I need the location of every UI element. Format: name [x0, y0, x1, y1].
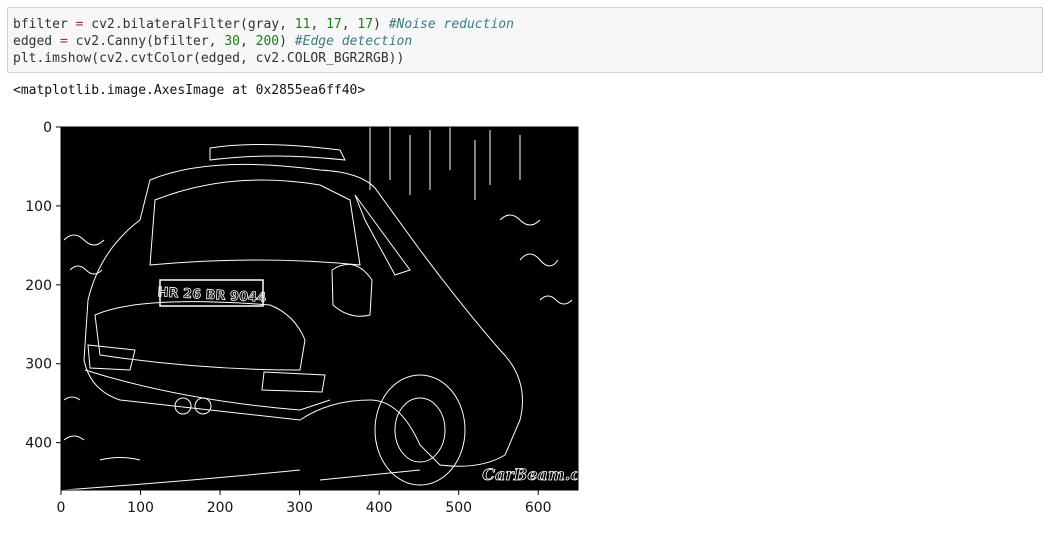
code-token: cv2.bilateralFilter(gray, — [83, 17, 295, 32]
x-tick-label: 500 — [445, 500, 472, 516]
code-cell[interactable]: bfilter = cv2.bilateralFilter(gray, 11, … — [7, 7, 1043, 73]
code-token: bfilter — [13, 17, 76, 32]
x-tick-label: 100 — [127, 500, 154, 516]
y-tick-label: 400 — [25, 436, 52, 452]
code-token: ) — [279, 34, 295, 49]
matplotlib-figure: HR 26 BR 9044 CarBeam.com 0 100 200 300 400 5… — [0, 100, 620, 530]
figure-svg: HR 26 BR 9044 CarBeam.com 0 100 200 300 400 5… — [25, 120, 608, 516]
code-token: edged — [13, 34, 60, 49]
code-number: 11 — [294, 17, 311, 32]
code-operator: = — [59, 34, 68, 49]
code-editor[interactable]: bfilter = cv2.bilateralFilter(gray, 11, … — [13, 16, 514, 67]
code-number: 30 — [224, 34, 240, 49]
code-number: 17 — [357, 17, 374, 32]
code-token: , — [240, 34, 256, 49]
y-axis: 0 100 200 300 400 — [25, 120, 61, 452]
edge-image: HR 26 BR 9044 CarBeam.com — [61, 127, 608, 491]
code-line-2: edged = cv2.Canny(bfilter, 30, 200) #Edg… — [13, 33, 514, 50]
code-line-3: plt.imshow(cv2.cvtColor(edged, cv2.COLOR… — [13, 50, 514, 67]
code-token: , — [310, 17, 327, 32]
code-comment: #Edge detection — [294, 34, 413, 49]
x-tick-label: 400 — [366, 500, 393, 516]
x-tick-label: 200 — [207, 500, 234, 516]
y-tick-label: 0 — [43, 120, 52, 136]
code-token: cv2.Canny(bfilter, — [67, 34, 225, 49]
x-tick-label: 600 — [525, 500, 552, 516]
x-axis: 0 100 200 300 400 500 600 — [57, 490, 552, 516]
code-number: 200 — [255, 34, 280, 49]
code-comment: #Noise reduction — [388, 17, 514, 32]
code-number: 17 — [326, 17, 342, 32]
x-tick-label: 300 — [286, 500, 313, 516]
cell-output-text: <matplotlib.image.AxesImage at 0x2855ea6… — [13, 83, 366, 98]
y-tick-label: 100 — [25, 199, 52, 215]
code-token: ) — [373, 17, 389, 32]
image-background — [61, 127, 578, 490]
code-line-1: bfilter = cv2.bilateralFilter(gray, 11, … — [13, 16, 514, 33]
code-token: , — [341, 17, 358, 32]
x-tick-label: 0 — [57, 500, 66, 516]
y-tick-label: 300 — [25, 357, 52, 373]
watermark-text: CarBeam.com — [482, 465, 607, 484]
code-token: plt.imshow(cv2.cvtColor(edged, cv2.COLOR… — [13, 51, 405, 66]
y-tick-label: 200 — [25, 278, 52, 294]
